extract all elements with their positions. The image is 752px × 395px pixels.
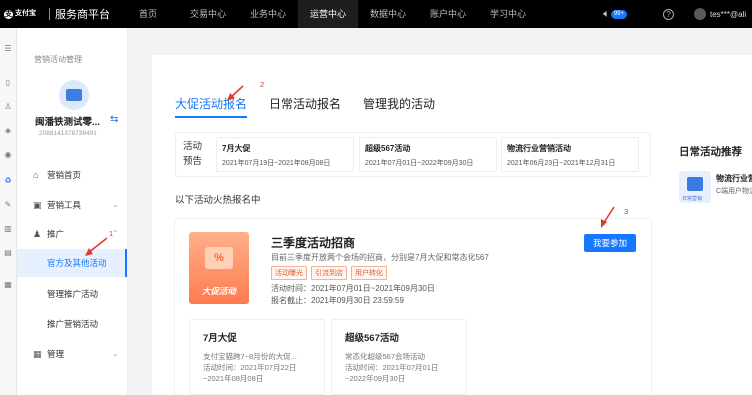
annotation-number-3: 3 (624, 207, 629, 216)
annotation-number-2: 2 (260, 80, 265, 89)
annotation-number-1: 1 (109, 229, 114, 238)
annotation-arrow-1 (85, 85, 615, 256)
